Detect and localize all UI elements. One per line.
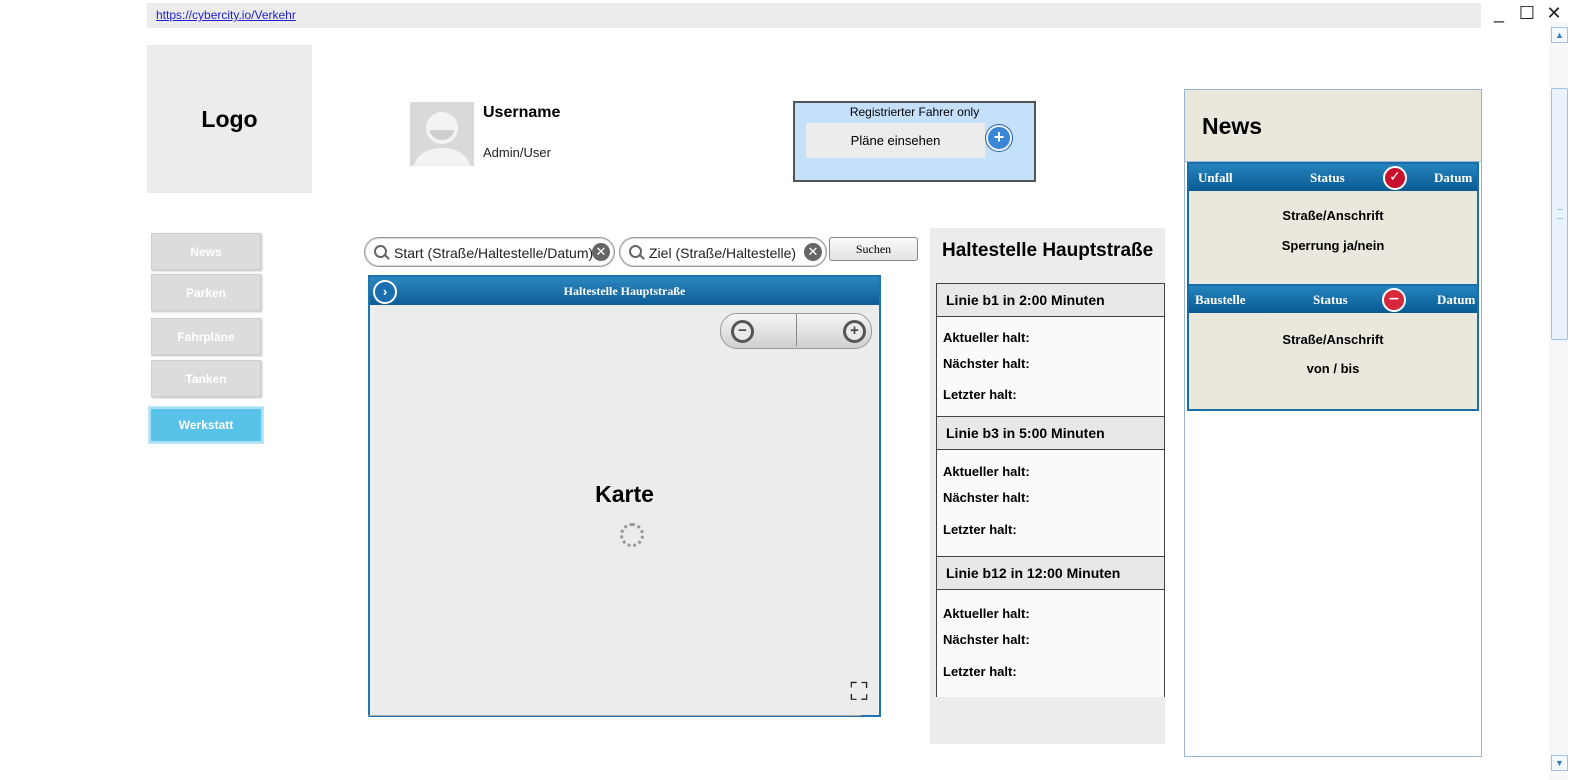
nav-parken-button[interactable]: Parken <box>151 274 261 311</box>
current-stop-label: Aktueller halt: <box>943 330 1030 345</box>
news-status-label: Status <box>1310 170 1345 185</box>
news-card-header: Baustelle Status − Datum <box>1189 286 1477 313</box>
news-header: News <box>1185 90 1481 162</box>
scroll-thumb[interactable] <box>1551 88 1568 340</box>
line-header: Linie b12 in 12:00 Minuten <box>937 557 1164 590</box>
registered-driver-box: Registrierter Fahrer only Pläne einsehen… <box>793 101 1036 182</box>
next-stop-label: Nächster halt: <box>943 356 1030 371</box>
avatar <box>410 102 474 166</box>
line-header: Linie b3 in 5:00 Minuten <box>937 417 1164 450</box>
nav-werkstatt-button[interactable]: Werkstatt <box>149 407 263 443</box>
zoom-divider <box>796 314 797 346</box>
scroll-grip-icon <box>1557 209 1563 219</box>
url-link[interactable]: https://cybercity.io/Verkehr <box>156 8 296 22</box>
map-title: Haltestelle Hauptstraße <box>563 284 686 298</box>
news-period: von / bis <box>1306 361 1360 376</box>
zoom-in-icon[interactable]: + <box>843 320 866 343</box>
news-status-label: Status <box>1313 292 1348 307</box>
stop-title: Haltestelle Hauptstraße <box>942 240 1154 261</box>
scroll-up-icon[interactable]: ▲ <box>1551 27 1568 43</box>
vertical-scrollbar[interactable]: ▲ ▼ <box>1549 22 1568 780</box>
registered-driver-title: Registrierter Fahrer only <box>849 105 980 119</box>
ziel-search-text: Ziel (Straße/Haltestelle) <box>649 245 797 261</box>
maximize-icon[interactable]: ☐ <box>1516 2 1538 24</box>
nav-news-button[interactable]: News <box>151 233 261 270</box>
nav-fahrplaene-button[interactable]: Fahrpläne <box>151 318 261 355</box>
line-body: Aktueller halt: Nächster halt: Letzter h… <box>937 317 1164 417</box>
map-bottom-edge <box>368 715 861 719</box>
news-card-accident[interactable]: Unfall Status ✓ Datum Straße/Anschrift S… <box>1187 162 1479 286</box>
loading-spinner-icon <box>620 523 644 547</box>
current-stop-label: Aktueller halt: <box>943 464 1030 479</box>
last-stop-label: Letzter halt: <box>943 387 1017 402</box>
news-date-label: Datum <box>1434 170 1473 185</box>
ziel-search-input[interactable]: Ziel (Straße/Haltestelle) ✕ <box>619 237 827 267</box>
start-search-input[interactable]: Start (Straße/Haltestelle/Datum) ✕ <box>364 237 615 267</box>
line-card: Linie b12 in 12:00 Minuten Aktueller hal… <box>936 556 1165 697</box>
logo-text: Logo <box>201 105 258 132</box>
line-body: Aktueller halt: Nächster halt: Letzter h… <box>937 590 1164 697</box>
logo: Logo <box>147 45 312 193</box>
close-icon[interactable]: ✕ <box>1543 2 1565 24</box>
last-stop-label: Letzter halt: <box>943 522 1017 537</box>
last-stop-label: Letzter halt: <box>943 664 1017 679</box>
user-avatar-icon <box>410 102 474 166</box>
news-closure: Sperrung ja/nein <box>1281 238 1385 253</box>
news-address: Straße/Anschrift <box>1282 332 1384 347</box>
zoom-control: − + <box>720 313 872 349</box>
check-icon: ✓ <box>1383 166 1407 190</box>
minus-icon: − <box>1382 288 1406 312</box>
clear-start-icon[interactable]: ✕ <box>592 243 610 261</box>
stop-panel: Haltestelle Hauptstraße Linie b1 in 2:00… <box>930 228 1165 744</box>
map-panel[interactable]: Haltestelle Hauptstraße › − + Karte ⛶ <box>368 275 881 717</box>
news-date-label: Datum <box>1437 292 1476 307</box>
search-button[interactable]: Suchen <box>829 237 918 261</box>
clear-ziel-icon[interactable]: ✕ <box>804 243 822 261</box>
address-bar: https://cybercity.io/Verkehr <box>147 3 1481 28</box>
chevron-right-icon[interactable]: › <box>373 280 397 304</box>
line-card: Linie b3 in 5:00 Minuten Aktueller halt:… <box>936 416 1165 557</box>
username: Username <box>483 104 561 121</box>
nav-tanken-button[interactable]: Tanken <box>151 360 261 397</box>
zoom-out-icon[interactable]: − <box>731 320 754 343</box>
news-title: News <box>1202 113 1263 139</box>
map-header: Haltestelle Hauptstraße <box>370 277 879 305</box>
start-search-text: Start (Straße/Haltestelle/Datum) <box>394 245 594 261</box>
map-label: Karte <box>595 481 654 507</box>
user-role: Admin/User <box>483 145 551 160</box>
news-type: Unfall <box>1198 170 1233 185</box>
line-card: Linie b1 in 2:00 Minuten Aktueller halt:… <box>936 283 1165 417</box>
scroll-down-icon[interactable]: ▼ <box>1551 755 1568 771</box>
news-type: Baustelle <box>1195 292 1246 307</box>
current-stop-label: Aktueller halt: <box>943 606 1030 621</box>
search-icon <box>374 245 387 258</box>
line-header: Linie b1 in 2:00 Minuten <box>937 284 1164 317</box>
news-card-construction[interactable]: Baustelle Status − Datum Straße/Anschrif… <box>1187 284 1479 411</box>
minimize-icon[interactable]: _ <box>1488 2 1510 24</box>
add-plus-icon[interactable]: + <box>986 125 1012 151</box>
search-icon <box>629 245 642 258</box>
next-stop-label: Nächster halt: <box>943 490 1030 505</box>
next-stop-label: Nächster halt: <box>943 632 1030 647</box>
line-body: Aktueller halt: Nächster halt: Letzter h… <box>937 450 1164 557</box>
news-card-header: Unfall Status ✓ Datum <box>1189 164 1477 191</box>
view-plans-button[interactable]: Pläne einsehen <box>806 123 985 158</box>
fullscreen-icon[interactable]: ⛶ <box>845 678 873 706</box>
news-panel: News Unfall Status ✓ Datum Straße/Anschr… <box>1184 89 1482 757</box>
news-address: Straße/Anschrift <box>1282 208 1384 223</box>
